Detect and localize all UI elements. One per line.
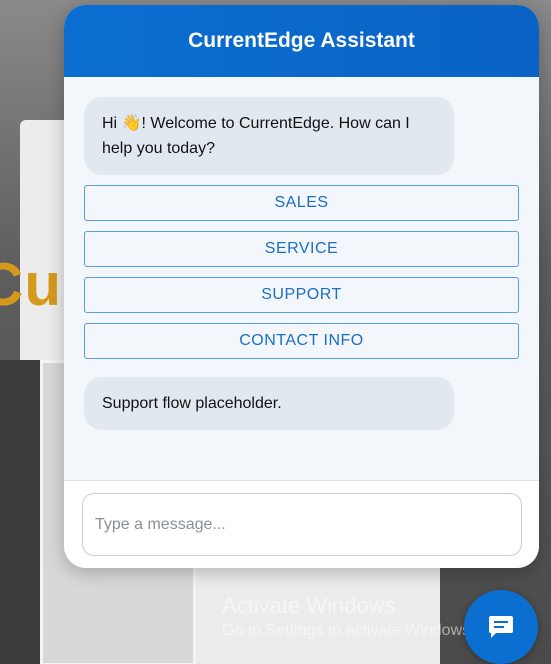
sales-button[interactable]: SALES bbox=[84, 185, 519, 221]
chat-footer bbox=[64, 480, 539, 568]
watermark-subtitle: Go to Settings to activate Windows. bbox=[222, 622, 475, 639]
quick-reply-options: SALES SERVICE SUPPORT CONTACT INFO bbox=[84, 185, 519, 359]
contact-info-button[interactable]: CONTACT INFO bbox=[84, 323, 519, 359]
welcome-message: Hi 👋! Welcome to CurrentEdge. How can I … bbox=[84, 97, 454, 175]
chat-launcher-button[interactable] bbox=[464, 590, 538, 664]
support-button[interactable]: SUPPORT bbox=[84, 277, 519, 313]
chat-title: CurrentEdge Assistant bbox=[188, 29, 415, 52]
bot-reply-message: Support flow placeholder. bbox=[84, 377, 454, 430]
chat-body[interactable]: Hi 👋! Welcome to CurrentEdge. How can I … bbox=[64, 77, 539, 480]
chat-bubble-icon bbox=[489, 616, 513, 638]
activate-windows-watermark: Activate Windows Go to Settings to activ… bbox=[222, 592, 475, 642]
welcome-text: ! Welcome to CurrentEdge. How can I help… bbox=[102, 115, 410, 157]
waving-hand-icon: 👋 bbox=[121, 115, 142, 132]
message-input[interactable] bbox=[82, 493, 522, 556]
chat-header: CurrentEdge Assistant bbox=[64, 5, 539, 77]
watermark-title: Activate Windows bbox=[222, 593, 396, 618]
chat-window: CurrentEdge Assistant Hi 👋! Welcome to C… bbox=[64, 5, 539, 568]
welcome-greeting: Hi bbox=[102, 115, 118, 132]
service-button[interactable]: SERVICE bbox=[84, 231, 519, 267]
